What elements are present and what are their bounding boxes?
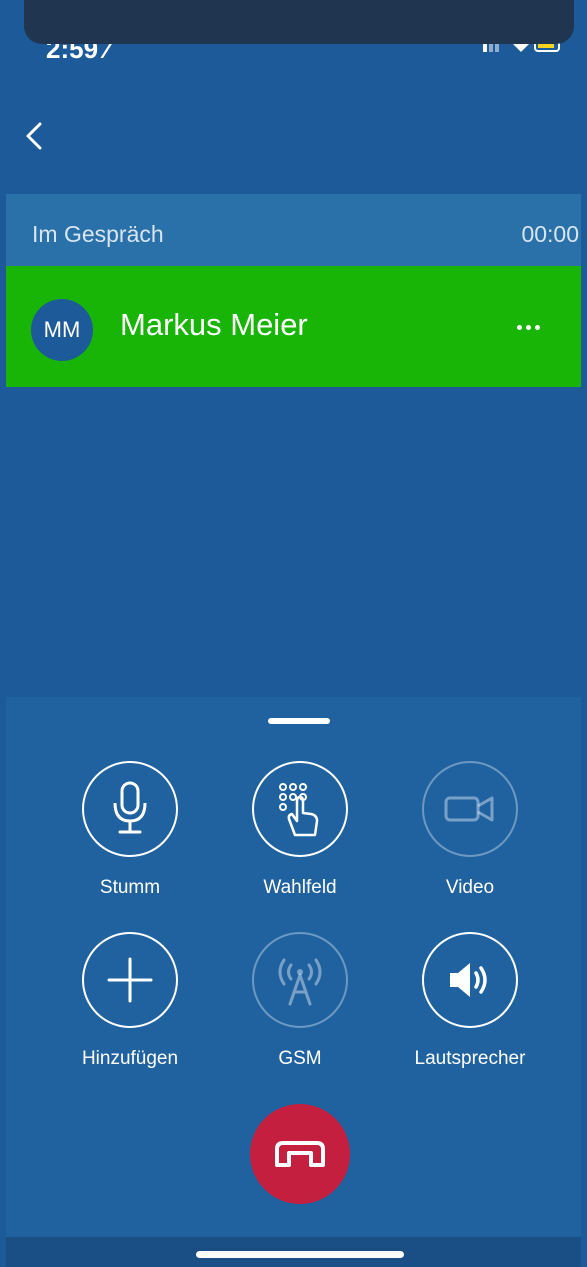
video-button[interactable] [422, 761, 518, 857]
microphone-icon [113, 781, 147, 834]
more-horizontal-icon [534, 324, 540, 330]
chevron-left-icon [26, 122, 42, 150]
video-control: Video [390, 761, 550, 899]
more-horizontal-icon [516, 324, 522, 330]
call-status-text: Im Gespräch [32, 221, 164, 247]
gsm-label: GSM [278, 1048, 322, 1069]
antenna-icon [278, 958, 322, 1006]
speaker-control: Lautsprecher [390, 932, 550, 1070]
dialpad-control: Wahlfeld [220, 761, 380, 899]
gsm-button[interactable] [252, 932, 348, 1028]
add-label: Hinzufügen [81, 1048, 179, 1069]
avatar: MM [31, 299, 93, 361]
mute-label: Stumm [99, 877, 161, 898]
video-label: Video [445, 877, 495, 898]
mute-button[interactable] [82, 761, 178, 857]
plus-icon [107, 957, 153, 1003]
video-camera-icon [444, 796, 494, 822]
speaker-button[interactable] [422, 932, 518, 1028]
call-timer: 00:00 [521, 221, 579, 247]
hang-up-icon [275, 1141, 325, 1167]
call-screen: 2:59 ⁄ Im Gespräch 00:00 MM Markus Meier [6, 0, 581, 1267]
more-options-button[interactable] [508, 316, 548, 338]
dialpad-icon [279, 783, 319, 837]
speaker-label: Lautsprecher [414, 1048, 526, 1069]
more-horizontal-icon [525, 324, 531, 330]
add-button[interactable] [82, 932, 178, 1028]
caller-name: Markus Meier [120, 307, 308, 342]
status-bar-notch [24, 0, 574, 44]
back-button[interactable] [20, 118, 50, 154]
add-control: Hinzufügen [50, 932, 210, 1070]
speaker-icon [450, 963, 487, 997]
avatar-initials: MM [43, 317, 81, 342]
home-indicator[interactable] [196, 1251, 404, 1258]
dialpad-label: Wahlfeld [263, 877, 337, 898]
gsm-control: GSM [220, 932, 380, 1070]
panel-drag-handle[interactable] [268, 718, 330, 724]
mute-control: Stumm [50, 761, 210, 899]
dialpad-button[interactable] [252, 761, 348, 857]
hang-up-button[interactable] [250, 1104, 350, 1204]
